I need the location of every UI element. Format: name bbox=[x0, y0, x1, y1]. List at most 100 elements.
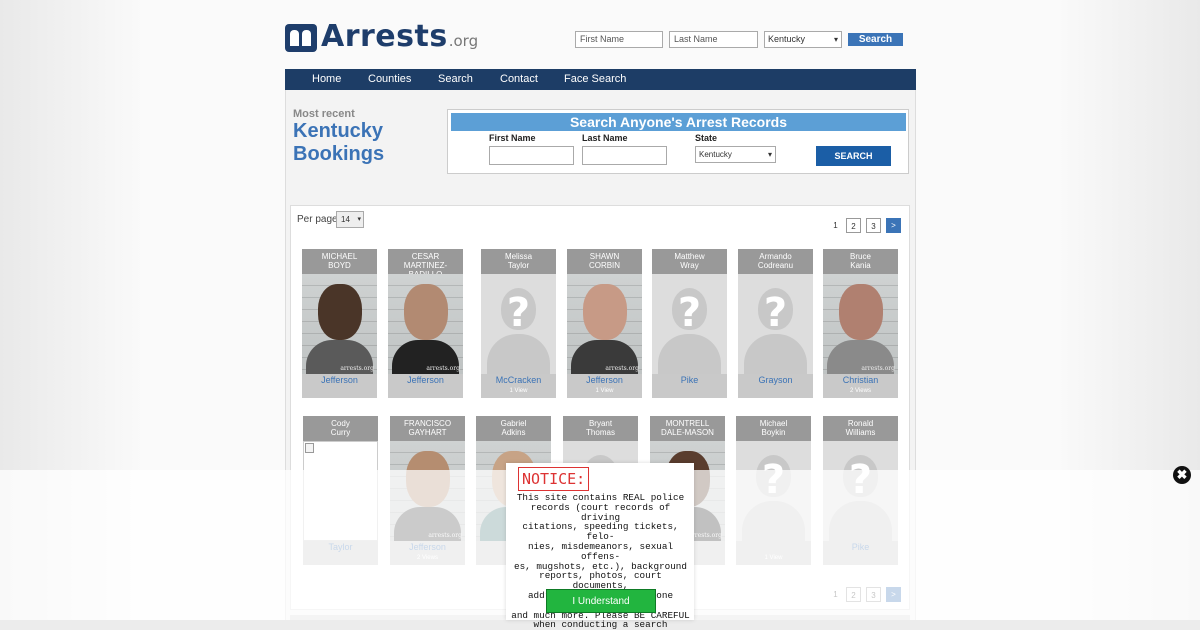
booking-first-name: Bruce bbox=[850, 252, 871, 261]
booking-last-name: Boykin bbox=[761, 428, 786, 437]
booking-views: 1 View bbox=[509, 388, 528, 394]
header-search-button[interactable]: Search bbox=[848, 33, 903, 46]
search-panel-heading: Search Anyone's Arrest Records bbox=[451, 113, 906, 131]
main-nav: Home Counties Search Contact Face Search bbox=[285, 69, 916, 90]
booking-first-name: FRANCISCO bbox=[403, 419, 452, 428]
mugshot-photo: arrests.org bbox=[823, 274, 898, 374]
booking-first-name: CESAR bbox=[411, 252, 440, 261]
page-title: Kentucky Bookings bbox=[293, 120, 433, 166]
booking-first-name: Gabriel bbox=[500, 419, 527, 428]
booking-county-link[interactable]: Jefferson bbox=[567, 375, 642, 385]
booking-card[interactable]: Bruce Kania arrests.org Christian 2 Views bbox=[823, 249, 898, 398]
booking-name: CESARMARTINEZ-BADILLO bbox=[388, 249, 463, 279]
booking-last-name: Curry bbox=[330, 428, 351, 437]
booking-first-name: Armando bbox=[759, 252, 792, 261]
booking-views: 1 View bbox=[595, 388, 614, 394]
close-icon[interactable]: ✖ bbox=[1173, 466, 1191, 484]
booking-card[interactable]: Armando Codreanu? Grayson bbox=[738, 249, 813, 398]
header-state-select[interactable]: Kentucky ▾ bbox=[764, 31, 842, 48]
page-next[interactable]: > bbox=[886, 218, 901, 233]
header-first-name-input[interactable]: First Name bbox=[575, 31, 663, 48]
watermark: arrests.org bbox=[605, 365, 639, 372]
header-last-name-input[interactable]: Last Name bbox=[669, 31, 758, 48]
booking-last-name: CORBIN bbox=[588, 261, 621, 270]
no-photo-placeholder-icon: ? bbox=[481, 274, 556, 374]
booking-card[interactable]: Melissa Taylor? McCracken 1 View bbox=[481, 249, 556, 398]
per-page-select[interactable]: 14 ▾ bbox=[336, 211, 364, 228]
watermark: arrests.org bbox=[426, 365, 460, 372]
booking-last-name: Wray bbox=[680, 261, 699, 270]
state-select[interactable]: Kentucky ▾ bbox=[695, 146, 776, 163]
booking-name: Bryant Thomas bbox=[563, 416, 638, 441]
booking-county-link[interactable]: Pike bbox=[652, 375, 727, 385]
no-photo-placeholder-icon: ? bbox=[652, 274, 727, 374]
booking-card[interactable]: SHAWN CORBIN arrests.org Jefferson 1 View bbox=[567, 249, 642, 398]
booking-last-name: Williams bbox=[845, 428, 876, 437]
booking-name: FRANCISCO GAYHART bbox=[390, 416, 465, 441]
watermark: arrests.org bbox=[340, 365, 374, 372]
handcuffs-logo-icon bbox=[285, 24, 317, 52]
logo-suffix: .org bbox=[448, 32, 479, 50]
booking-first-name: MICHAEL bbox=[321, 252, 358, 261]
booking-last-name: Thomas bbox=[586, 428, 615, 437]
booking-county-link[interactable]: McCracken bbox=[481, 375, 556, 385]
logo-text: Arrests bbox=[321, 19, 448, 54]
booking-name: MICHAEL BOYD bbox=[302, 249, 377, 274]
booking-first-name: Matthew bbox=[674, 252, 705, 261]
booking-last-name: Adkins bbox=[501, 428, 526, 437]
booking-first-name: Melissa bbox=[504, 252, 533, 261]
booking-first-name: Ronald bbox=[847, 419, 874, 428]
booking-first-name: Bryant bbox=[588, 419, 613, 428]
booking-name: Armando Codreanu bbox=[738, 249, 813, 274]
page-1[interactable]: 1 bbox=[828, 218, 843, 233]
booking-first-name: MONTRELL bbox=[665, 419, 710, 428]
page-3[interactable]: 3 bbox=[866, 218, 881, 233]
booking-name: SHAWN CORBIN bbox=[567, 249, 642, 274]
site-logo[interactable]: Arrests .org bbox=[285, 20, 478, 52]
booking-county-link[interactable]: Jefferson bbox=[302, 375, 377, 385]
booking-last-name: BOYD bbox=[328, 261, 351, 270]
hero-kicker: Most recent bbox=[293, 108, 355, 120]
mugshot-photo: arrests.org bbox=[302, 274, 377, 374]
state-label: State bbox=[695, 133, 718, 143]
booking-county-link[interactable]: Grayson bbox=[738, 375, 813, 385]
nav-counties[interactable]: Counties bbox=[368, 69, 411, 90]
booking-name: MONTRELL DALE-MASON bbox=[650, 416, 725, 441]
booking-first-name: Cody bbox=[331, 419, 350, 428]
booking-card[interactable]: Matthew Wray? Pike bbox=[652, 249, 727, 398]
per-page-label: Per page bbox=[297, 214, 338, 225]
chevron-down-icon: ▾ bbox=[833, 35, 838, 44]
nav-contact[interactable]: Contact bbox=[500, 69, 538, 90]
first-name-field[interactable] bbox=[489, 146, 574, 165]
booking-last-name: Codreanu bbox=[757, 261, 794, 270]
nav-search[interactable]: Search bbox=[438, 69, 473, 90]
last-name-label: Last Name bbox=[582, 133, 628, 143]
mugshot-photo: arrests.org bbox=[388, 274, 463, 374]
page-2[interactable]: 2 bbox=[846, 218, 861, 233]
per-page-value: 14 bbox=[341, 215, 350, 224]
notice-title: NOTICE: bbox=[518, 467, 590, 491]
booking-name: Melissa Taylor bbox=[481, 249, 556, 274]
booking-last-name: Taylor bbox=[507, 261, 530, 270]
booking-county-link[interactable]: Christian bbox=[823, 375, 898, 385]
booking-name: Michael Boykin bbox=[736, 416, 811, 441]
booking-first-name: Michael bbox=[759, 419, 788, 428]
booking-name: Gabriel Adkins bbox=[476, 416, 551, 441]
booking-last-name: DALE-MASON bbox=[661, 428, 714, 437]
chevron-down-icon: ▾ bbox=[767, 150, 772, 159]
booking-name: Matthew Wray bbox=[652, 249, 727, 274]
booking-card[interactable]: MICHAEL BOYD arrests.org Jefferson bbox=[302, 249, 377, 398]
nav-home[interactable]: Home bbox=[312, 69, 341, 90]
header-state-value: Kentucky bbox=[768, 34, 806, 44]
state-select-value: Kentucky bbox=[699, 150, 732, 159]
booking-county-link[interactable]: Jefferson bbox=[388, 375, 463, 385]
booking-views: 2 Views bbox=[850, 388, 871, 394]
search-button[interactable]: SEARCH bbox=[816, 146, 891, 166]
booking-name: Cody Curry bbox=[303, 416, 378, 441]
last-name-field[interactable] bbox=[582, 146, 667, 165]
booking-card[interactable]: CESARMARTINEZ-BADILLO arrests.org Jefferso… bbox=[388, 249, 463, 398]
mugshot-photo: arrests.org bbox=[567, 274, 642, 374]
nav-face-search[interactable]: Face Search bbox=[564, 69, 626, 90]
booking-first-name: SHAWN bbox=[589, 252, 620, 261]
i-understand-button[interactable]: I Understand bbox=[546, 589, 656, 613]
